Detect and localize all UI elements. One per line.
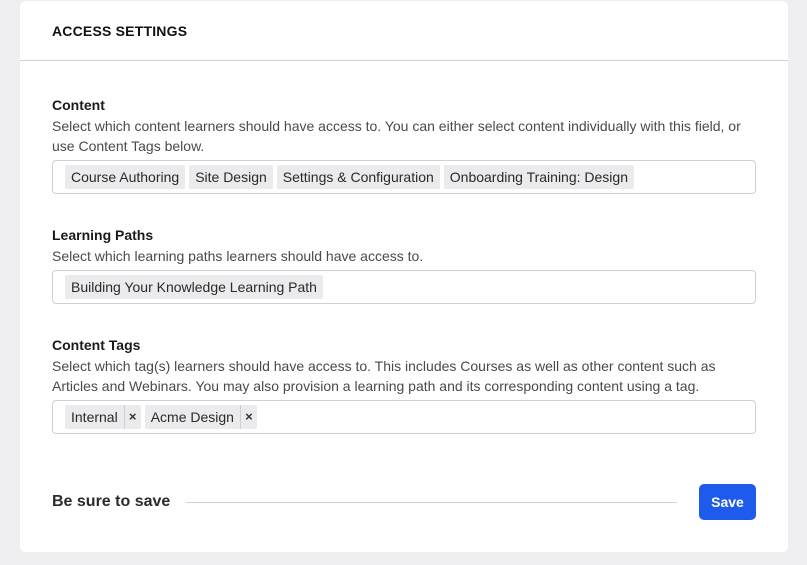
content-title: Content: [52, 97, 105, 113]
remove-tag-icon[interactable]: ×: [123, 405, 141, 429]
save-reminder: Be sure to save: [52, 493, 171, 510]
content-chip[interactable]: Onboarding Training: Design: [443, 165, 634, 189]
card-title: ACCESS SETTINGS: [52, 23, 188, 39]
save-button[interactable]: Save: [699, 484, 756, 520]
tag-chip: Internal ×: [65, 405, 141, 429]
learning-paths-section: Learning Paths Select which learning pat…: [52, 226, 756, 304]
content-chip[interactable]: Course Authoring: [65, 165, 186, 189]
remove-tag-icon[interactable]: ×: [239, 405, 257, 429]
content-chip[interactable]: Site Design: [189, 165, 273, 189]
divider: [186, 501, 677, 503]
learning-paths-description: Select which learning paths learners sho…: [52, 248, 424, 264]
content-tags-select-field[interactable]: Internal × Acme Design ×: [52, 400, 756, 434]
content-tags-section: Content Tags Select which tag(s) learner…: [52, 336, 756, 434]
tag-label: Acme Design: [150, 409, 234, 425]
content-chip[interactable]: Settings & Configuration: [276, 165, 440, 189]
content-tags-description: Select which tag(s) learners should have…: [52, 358, 716, 394]
learning-paths-title: Learning Paths: [52, 227, 154, 243]
learning-path-chip[interactable]: Building Your Knowledge Learning Path: [65, 275, 323, 299]
content-tags-title: Content Tags: [52, 337, 141, 353]
learning-paths-select-field[interactable]: Building Your Knowledge Learning Path: [52, 270, 756, 304]
content-select-field[interactable]: Course Authoring Site Design Settings & …: [52, 160, 756, 194]
tag-label: Internal: [71, 409, 118, 425]
save-row: Be sure to save Save: [52, 484, 756, 520]
card-header: ACCESS SETTINGS: [20, 1, 788, 61]
access-settings-card: ACCESS SETTINGS Content Select which con…: [20, 1, 788, 552]
content-description: Select which content learners should hav…: [52, 118, 741, 154]
content-section: Content Select which content learners sh…: [52, 96, 756, 194]
tag-chip: Acme Design ×: [144, 405, 257, 429]
